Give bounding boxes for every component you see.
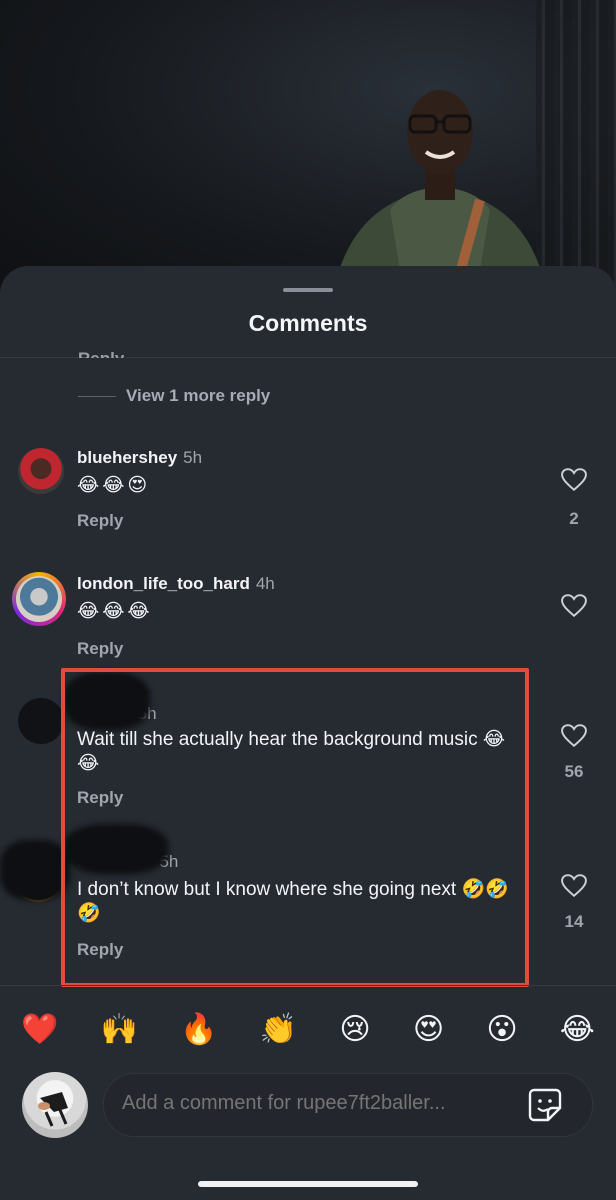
reaction-cry[interactable]: 😢 — [339, 1010, 370, 1050]
sheet-drag-handle[interactable] — [283, 288, 333, 292]
like-count: 56 — [564, 762, 584, 781]
reply-button[interactable]: Reply — [77, 639, 123, 659]
reaction-fire[interactable]: 🔥 — [180, 1010, 217, 1050]
quick-reactions-bar: ❤️ 🙌 🔥 👏 😢 😍 😮 😂 — [0, 1008, 616, 1052]
comment-composer — [103, 1073, 593, 1137]
reply-button[interactable]: Reply — [77, 511, 123, 531]
comment-text: 😂😂😂 — [77, 601, 153, 622]
avatar[interactable] — [18, 698, 64, 744]
current-user-avatar — [22, 1072, 88, 1138]
comment-time: 4h — [255, 574, 275, 593]
reaction-clap[interactable]: 👏 — [260, 1010, 297, 1050]
comment-time: 5h — [183, 448, 203, 467]
avatar[interactable] — [12, 572, 66, 626]
sheet-title: Comments — [248, 310, 368, 336]
reaction-heart[interactable]: ❤️ — [21, 1010, 58, 1050]
heart-icon[interactable] — [561, 594, 587, 618]
comment-text: 😂😂😍 — [77, 475, 151, 496]
sticker-icon[interactable] — [526, 1086, 564, 1124]
reaction-laugh[interactable]: 😂 — [560, 1010, 595, 1050]
redaction-mark — [0, 840, 70, 900]
comment-username[interactable]: bluehershey 5h — [77, 448, 202, 468]
reaction-divider — [0, 985, 616, 986]
highlight-box — [61, 668, 529, 987]
heart-icon[interactable] — [561, 724, 587, 748]
comment-item: london_life_too_hard 4h 😂😂😂 Reply — [0, 572, 616, 672]
view-more-replies[interactable]: View 1 more reply — [78, 386, 270, 406]
username-text: bluehershey — [77, 448, 178, 467]
like-count: 14 — [564, 912, 584, 931]
comment-username[interactable]: london_life_too_hard 4h — [77, 574, 275, 594]
view-more-replies-label: View 1 more reply — [126, 386, 271, 405]
avatar-image — [16, 576, 62, 622]
comment-item: bluehershey 5h 😂😂😍 Reply 2 — [0, 446, 616, 546]
like-count: 2 — [569, 509, 579, 528]
heart-icon[interactable] — [561, 468, 587, 492]
video-background — [0, 0, 616, 300]
reaction-heart-eyes[interactable]: 😍 — [413, 1010, 444, 1050]
comment-input[interactable] — [122, 1092, 512, 1115]
reaction-raised-hands[interactable]: 🙌 — [101, 1010, 138, 1050]
thread-line — [78, 395, 116, 397]
avatar-image — [38, 1092, 68, 1127]
heart-icon[interactable] — [561, 874, 587, 898]
home-indicator[interactable] — [198, 1181, 418, 1187]
username-text: london_life_too_hard — [77, 574, 250, 593]
clipped-reply-link[interactable]: Reply — [78, 346, 124, 358]
reaction-wow[interactable]: 😮 — [486, 1010, 517, 1050]
avatar[interactable] — [18, 448, 64, 494]
